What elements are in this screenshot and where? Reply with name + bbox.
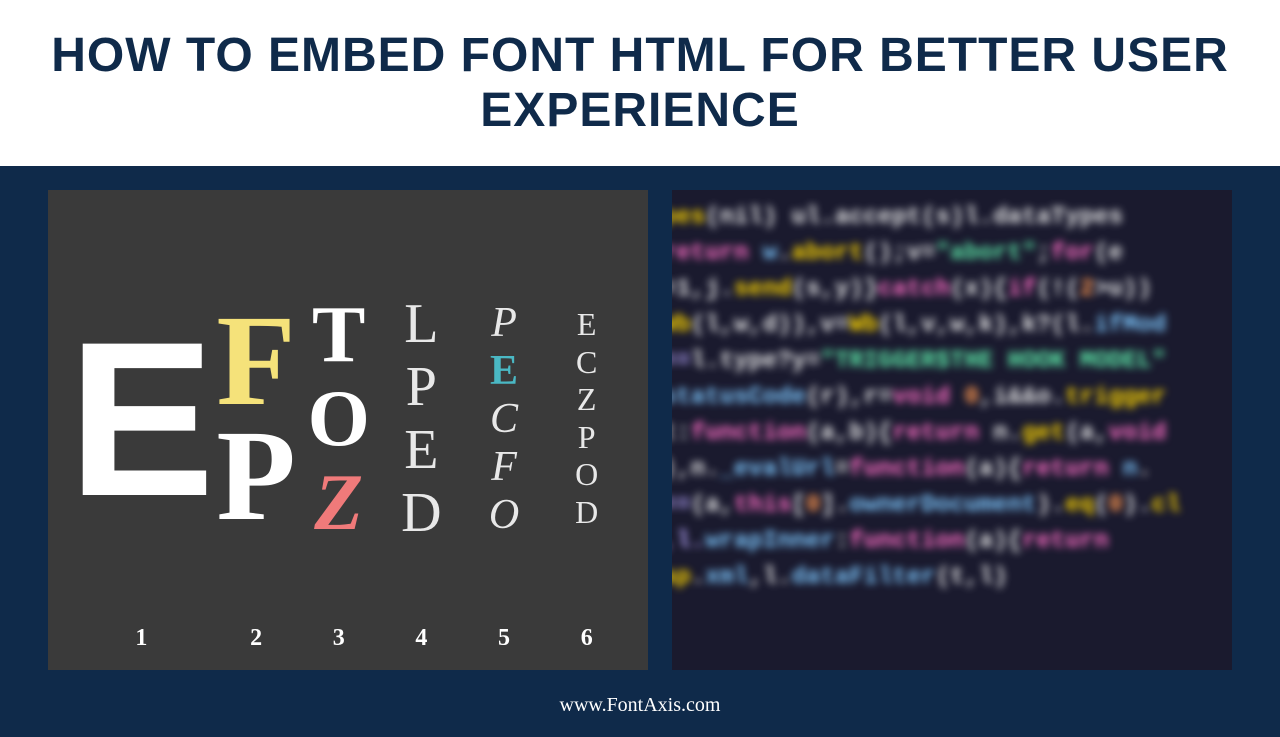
chart-letter: F [491,445,517,489]
chart-letter: D [575,496,598,530]
code-text: pes(nil) ul.accept(s)l.dataTypes return … [672,190,1232,670]
chart-col-num: 3 [333,617,345,660]
chart-letter: D [401,484,441,543]
chart-col-num: 6 [581,617,593,660]
chart-letter: P [216,421,295,532]
chart-letter: O [308,379,370,459]
chart-col-num: 5 [498,617,510,660]
chart-letter: L [404,295,438,354]
title-bar: HOW TO EMBED FONT HTML FOR BETTER USER E… [0,0,1280,166]
chart-letter: O [575,458,598,492]
eye-chart-panel: E 1 F P 2 T O Z 3 L [48,190,648,670]
chart-letter: F [216,306,295,417]
chart-letter: C [490,397,518,441]
chart-letter: E [404,421,438,480]
footer: www.FontAxis.com [0,682,1280,737]
page-title: HOW TO EMBED FONT HTML FOR BETTER USER E… [40,28,1240,138]
chart-letter: E [490,349,518,393]
chart-letter: C [576,346,597,380]
footer-url: www.FontAxis.com [560,694,721,716]
chart-col-num: 2 [250,617,262,660]
chart-col-2: F P 2 [215,220,298,660]
chart-col-num: 4 [415,617,427,660]
chart-letter: E [68,331,215,507]
chart-letter: E [577,308,597,342]
chart-letter: P [406,358,437,417]
code-panel: pes(nil) ul.accept(s)l.dataTypes return … [672,190,1232,670]
eye-chart-columns: E 1 F P 2 T O Z 3 L [68,220,628,660]
chart-letter: Z [577,383,597,417]
chart-letter: T [312,295,365,375]
chart-col-1: E 1 [68,220,215,660]
chart-col-5: P E C F O 5 [463,220,546,660]
chart-col-3: T O Z 3 [297,220,380,660]
chart-letter: P [491,301,517,345]
chart-letter: Z [314,463,363,543]
chart-col-6: E C Z P O D 6 [545,220,628,660]
content-row: E 1 F P 2 T O Z 3 L [0,166,1280,682]
chart-letter: O [489,493,519,537]
chart-letter: P [578,421,596,455]
chart-col-num: 1 [135,617,147,660]
chart-col-4: L P E D 4 [380,220,463,660]
